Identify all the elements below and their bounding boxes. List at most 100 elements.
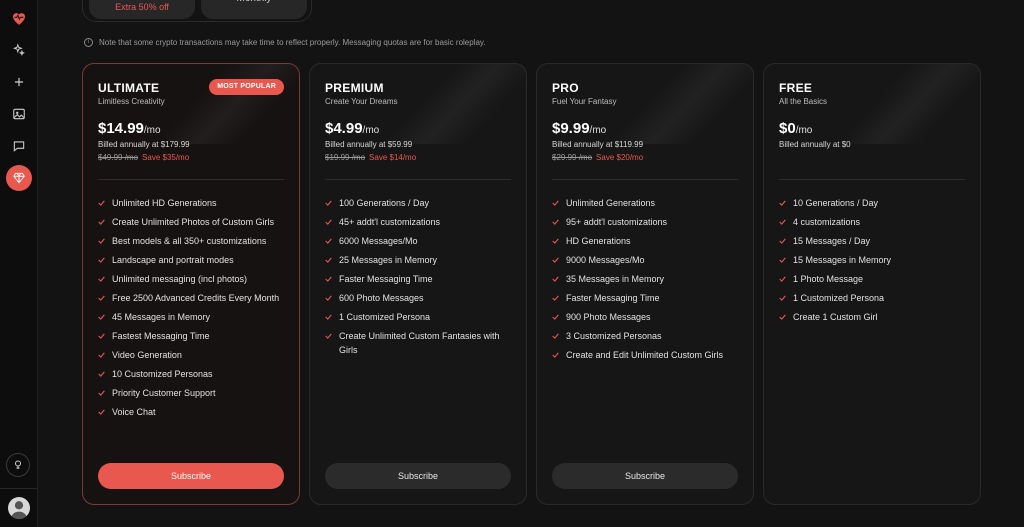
chat-icon[interactable] bbox=[7, 134, 31, 158]
bulb-icon[interactable] bbox=[6, 453, 30, 477]
feature-item: 900 Photo Messages bbox=[552, 310, 742, 324]
feature-list: Unlimited HD Generations Create Unlimited… bbox=[98, 196, 288, 424]
feature-text: 900 Photo Messages bbox=[566, 312, 651, 322]
feature-item: 9000 Messages/Mo bbox=[552, 253, 742, 267]
feature-item: 15 Messages / Day bbox=[779, 234, 969, 248]
check-icon bbox=[552, 234, 561, 248]
feature-text: 45 Messages in Memory bbox=[112, 312, 211, 322]
feature-item: Faster Messaging Time bbox=[325, 272, 515, 286]
check-icon bbox=[325, 234, 334, 248]
check-icon bbox=[552, 310, 561, 324]
sparkles-icon[interactable] bbox=[7, 38, 31, 62]
plan-tagline: Create Your Dreams bbox=[325, 97, 398, 106]
feature-text: 1 Photo Message bbox=[793, 274, 864, 284]
feature-item: Voice Chat bbox=[98, 405, 288, 419]
feature-item: Unlimited Generations bbox=[552, 196, 742, 210]
check-icon bbox=[325, 272, 334, 286]
feature-text: 45+ addt'l customizations bbox=[339, 217, 441, 227]
check-icon bbox=[98, 367, 107, 381]
info-icon: i bbox=[84, 38, 93, 47]
feature-item: 1 Customized Persona bbox=[779, 291, 969, 305]
avatar[interactable] bbox=[8, 497, 30, 519]
plan-price: $4.99/mo bbox=[325, 120, 379, 137]
subscribe-button-ultimate[interactable]: Subscribe bbox=[98, 463, 284, 489]
check-icon bbox=[552, 272, 561, 286]
feature-list: 10 Generations / Day 4 customizations 15 M… bbox=[779, 196, 969, 329]
feature-item: 35 Messages in Memory bbox=[552, 272, 742, 286]
price-period: /mo bbox=[362, 125, 380, 136]
feature-list: Unlimited Generations 95+ addt'l customiz… bbox=[552, 196, 742, 367]
card-divider bbox=[325, 179, 511, 180]
check-icon bbox=[98, 310, 107, 324]
plan-price: $0/mo bbox=[779, 120, 812, 137]
feature-text: Voice Chat bbox=[112, 407, 156, 417]
price-amount: $9.99 bbox=[552, 120, 590, 137]
feature-text: Faster Messaging Time bbox=[339, 274, 433, 284]
feature-item: 1 Customized Persona bbox=[325, 310, 515, 324]
price-amount: $4.99 bbox=[325, 120, 363, 137]
toggle-monthly[interactable]: Monthly bbox=[201, 0, 307, 19]
plan-tagline: Limitless Creativity bbox=[98, 97, 165, 106]
feature-text: Priority Customer Support bbox=[112, 388, 216, 398]
check-icon bbox=[779, 253, 788, 267]
feature-item: HD Generations bbox=[552, 234, 742, 248]
sidebar-divider bbox=[0, 488, 38, 489]
check-icon bbox=[98, 272, 107, 286]
feature-item: Create Unlimited Custom Fantasies with G… bbox=[325, 329, 515, 357]
check-icon bbox=[779, 310, 788, 324]
plan-card-ultimate: ULTIMATE Limitless Creativity MOST POPULAR… bbox=[82, 63, 300, 505]
billed-annually: Billed annually at $59.99 bbox=[325, 140, 413, 149]
feature-item: Video Generation bbox=[98, 348, 288, 362]
feature-text: 1 Customized Persona bbox=[793, 293, 885, 303]
price-period: /mo bbox=[143, 125, 161, 136]
subscribe-button-pro[interactable]: Subscribe bbox=[552, 463, 738, 489]
plan-tagline: Fuel Your Fantasy bbox=[552, 97, 617, 106]
check-icon bbox=[552, 253, 561, 267]
check-icon bbox=[552, 196, 561, 210]
plan-card-premium: PREMIUM Create Your Dreams $4.99/mo Billed … bbox=[309, 63, 527, 505]
image-icon[interactable] bbox=[7, 102, 31, 126]
feature-text: Create and Edit Unlimited Custom Girls bbox=[566, 350, 724, 360]
subscribe-button-premium[interactable]: Subscribe bbox=[325, 463, 511, 489]
save-amount: Save $14/mo bbox=[369, 153, 417, 162]
billed-annually: Billed annually at $0 bbox=[779, 140, 851, 149]
check-icon bbox=[98, 234, 107, 248]
crypto-note: i Note that some crypto transactions may… bbox=[84, 38, 486, 47]
plus-icon[interactable] bbox=[7, 70, 31, 94]
feature-text: Create Unlimited Custom Fantasies with G… bbox=[339, 331, 500, 355]
feature-item: 10 Customized Personas bbox=[98, 367, 288, 381]
price-amount: $14.99 bbox=[98, 120, 144, 137]
check-icon bbox=[325, 291, 334, 305]
feature-item: 6000 Messages/Mo bbox=[325, 234, 515, 248]
feature-list: 100 Generations / Day 45+ addt'l customiz… bbox=[325, 196, 515, 362]
feature-text: Landscape and portrait modes bbox=[112, 255, 234, 265]
feature-item: 4 customizations bbox=[779, 215, 969, 229]
save-amount: Save $20/mo bbox=[596, 153, 644, 162]
feature-text: 15 Messages / Day bbox=[793, 236, 871, 246]
toggle-yearly[interactable]: Extra 50% off bbox=[89, 0, 195, 19]
feature-item: 45 Messages in Memory bbox=[98, 310, 288, 324]
feature-text: 600 Photo Messages bbox=[339, 293, 424, 303]
plan-price: $14.99/mo bbox=[98, 120, 161, 137]
feature-text: 100 Generations / Day bbox=[339, 198, 430, 208]
check-icon bbox=[552, 329, 561, 343]
feature-item: 45+ addt'l customizations bbox=[325, 215, 515, 229]
check-icon bbox=[552, 291, 561, 305]
price-period: /mo bbox=[589, 125, 607, 136]
feature-text: Unlimited Generations bbox=[566, 198, 656, 208]
card-divider bbox=[98, 179, 284, 180]
feature-item: Create Unlimited Photos of Custom Girls bbox=[98, 215, 288, 229]
feature-item: 95+ addt'l customizations bbox=[552, 215, 742, 229]
gem-icon[interactable] bbox=[6, 165, 32, 191]
plan-savings: $19.99 /mo Save $14/mo bbox=[325, 153, 416, 162]
check-icon bbox=[98, 215, 107, 229]
plan-name: PRO bbox=[552, 81, 579, 95]
feature-text: 4 customizations bbox=[793, 217, 861, 227]
note-text: Note that some crypto transactions may t… bbox=[99, 38, 486, 47]
plan-card-free: FREE All the Basics $0/mo Billed annually a… bbox=[763, 63, 981, 505]
plan-price: $9.99/mo bbox=[552, 120, 606, 137]
check-icon bbox=[98, 291, 107, 305]
feature-item: Free 2500 Advanced Credits Every Month bbox=[98, 291, 288, 305]
pricing-page: Extra 50% off Monthly i Note that some c… bbox=[0, 0, 1024, 527]
heart-pulse-icon[interactable] bbox=[7, 6, 31, 30]
